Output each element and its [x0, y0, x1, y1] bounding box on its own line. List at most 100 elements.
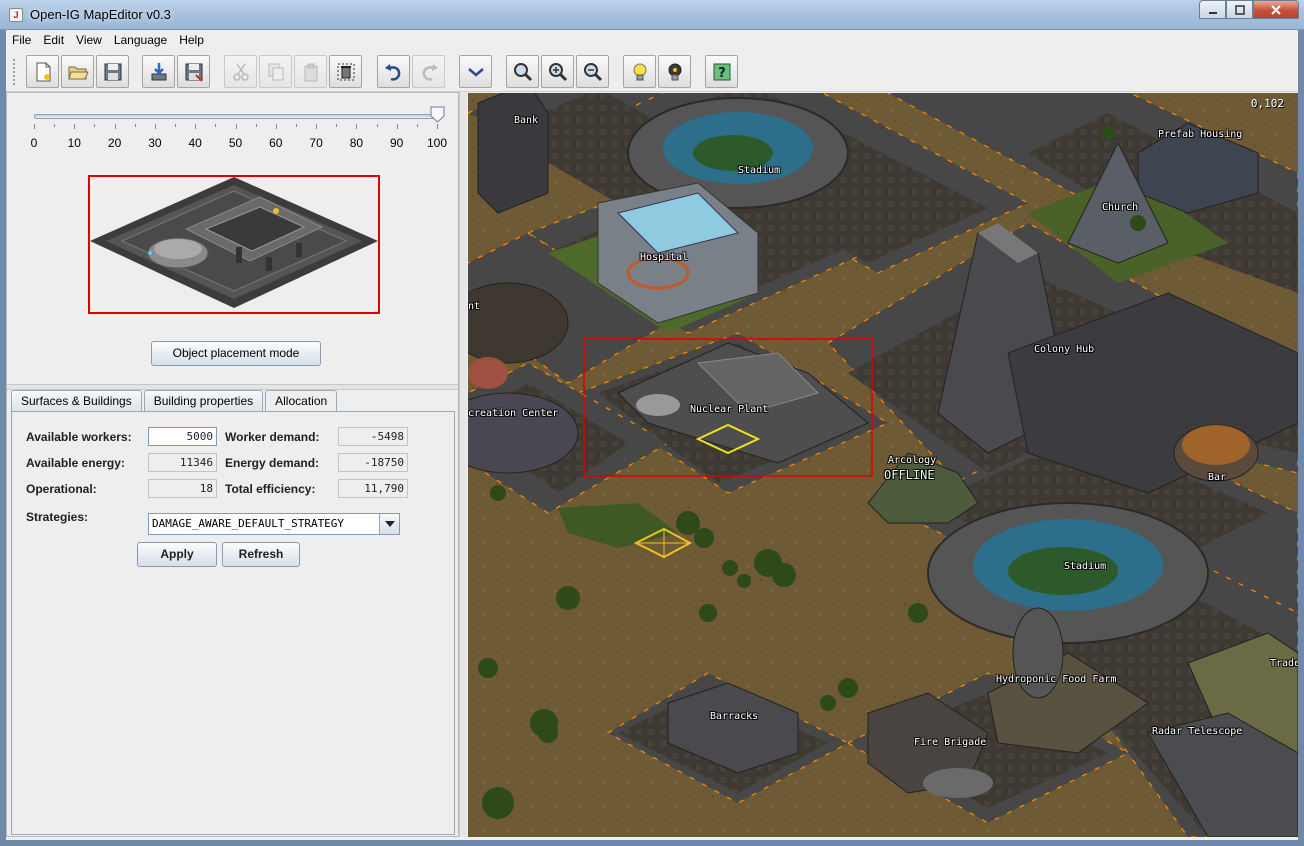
view-dropdown-button[interactable] — [459, 55, 492, 88]
building-label: Bar — [1208, 472, 1227, 483]
slider-tick — [336, 124, 338, 127]
new-map-button[interactable] — [26, 55, 59, 88]
object-placement-mode-button[interactable]: Object placement mode — [151, 341, 321, 366]
zoom-in-button[interactable] — [541, 55, 574, 88]
menu-language[interactable]: Language — [108, 30, 173, 51]
refresh-button[interactable]: Refresh — [222, 542, 300, 567]
maximize-button[interactable] — [1226, 0, 1253, 19]
slider-tick-label: 70 — [309, 136, 323, 150]
main-splitter[interactable] — [459, 92, 467, 837]
building-label: nt — [468, 301, 481, 312]
available-workers-label: Available workers: — [26, 430, 132, 444]
zoom-slider-thumb[interactable] — [430, 106, 445, 123]
minimize-icon — [1208, 11, 1217, 14]
toolbar: ? — [6, 52, 1298, 92]
undo-button[interactable] — [377, 55, 410, 88]
import-button[interactable] — [142, 55, 175, 88]
cut-button[interactable] — [224, 55, 257, 88]
slider-tick — [134, 124, 136, 127]
slider-tick — [114, 124, 116, 129]
building-label: Stadium — [1064, 561, 1107, 572]
open-button[interactable] — [61, 55, 94, 88]
slider-tick — [215, 124, 217, 127]
left-panel: 0 10 20 30 40 50 60 70 80 90 100 Object placement … — [6, 92, 459, 837]
strategies-select[interactable]: DAMAGE_AWARE_DEFAULT_STRATEGY — [148, 513, 400, 535]
minimize-button[interactable] — [1199, 0, 1226, 19]
light-bulb-off-icon — [668, 63, 681, 80]
zoom-out-button[interactable] — [576, 55, 609, 88]
redo-button[interactable] — [412, 55, 445, 88]
slider-tick-label: 10 — [67, 136, 81, 150]
maximize-icon — [1234, 4, 1245, 15]
building-label: Hospital — [640, 252, 689, 263]
slider-tick — [54, 124, 56, 127]
undo-icon — [384, 63, 400, 81]
lights-off-button[interactable] — [658, 55, 691, 88]
left-tabs: Surfaces & Buildings Building properties… — [11, 390, 339, 412]
building-label: Fire Brigade — [914, 737, 987, 748]
new-document-icon — [36, 62, 50, 81]
building-label: Colony Hub — [1034, 344, 1095, 355]
tab-allocation[interactable]: Allocation — [265, 390, 338, 412]
slider-tick — [255, 124, 257, 127]
slider-tick-label: 50 — [228, 136, 243, 150]
window-controls — [1199, 0, 1299, 20]
save-as-icon — [185, 63, 203, 82]
operational-value: 18 — [148, 479, 217, 498]
window-title: Open-IG MapEditor v0.3 — [30, 7, 171, 22]
zoom-in-icon — [548, 62, 567, 81]
slider-tick — [316, 124, 318, 129]
energy-demand-value: -18750 — [338, 453, 408, 472]
offline-status-label: OFFLINE — [884, 468, 935, 482]
available-workers-field[interactable]: 5000 — [148, 427, 217, 446]
building-label: Stadium — [738, 165, 781, 176]
tab-building-properties[interactable]: Building properties — [143, 390, 264, 411]
slider-tick-label: 60 — [269, 136, 283, 150]
delete-selection-icon — [337, 63, 354, 80]
menu-file[interactable]: File — [6, 30, 37, 51]
paste-button[interactable] — [294, 55, 327, 88]
strategies-dropdown-arrow[interactable] — [379, 514, 399, 534]
total-efficiency-value: 11,790 — [338, 479, 408, 498]
save-button[interactable] — [96, 55, 129, 88]
toolbar-grip[interactable] — [12, 58, 16, 86]
zoom-normal-button[interactable] — [506, 55, 539, 88]
lights-on-button[interactable] — [623, 55, 656, 88]
delete-button[interactable] — [329, 55, 362, 88]
operational-label: Operational: — [26, 482, 97, 496]
slider-tick-label: 40 — [188, 136, 202, 150]
slider-tick — [195, 124, 197, 129]
total-efficiency-label: Total efficiency: — [225, 482, 316, 496]
close-button[interactable] — [1253, 0, 1299, 19]
help-button[interactable]: ? — [705, 55, 738, 88]
menu-help[interactable]: Help — [173, 30, 210, 51]
menu-edit[interactable]: Edit — [37, 30, 70, 51]
available-energy-value: 11346 — [148, 453, 217, 472]
slider-tick — [376, 124, 378, 127]
apply-button[interactable]: Apply — [137, 542, 217, 567]
slider-tick-label: 80 — [349, 136, 364, 150]
slider-ticks — [34, 124, 438, 130]
slider-tick — [94, 124, 96, 127]
save-as-button[interactable] — [177, 55, 210, 88]
floppy-disk-icon — [104, 63, 121, 80]
building-label: Traders — [1270, 658, 1298, 669]
energy-demand-label: Energy demand: — [225, 456, 320, 470]
slider-tick-label: 20 — [107, 136, 122, 150]
redo-icon — [422, 63, 438, 81]
zoom-slider-track[interactable] — [34, 114, 437, 119]
building-label: Radar Telescope — [1152, 726, 1243, 737]
copy-button[interactable] — [259, 55, 292, 88]
tab-surfaces-buildings[interactable]: Surfaces & Buildings — [11, 390, 142, 411]
map-view[interactable]: 0,102 Bank Stadium Prefab Housing Church… — [468, 93, 1298, 837]
worker-demand-value: -5498 — [338, 427, 408, 446]
svg-text:?: ? — [718, 66, 726, 81]
chevron-down-icon — [467, 67, 484, 77]
slider-tick — [74, 124, 76, 129]
nuclear-plant-preview-image — [90, 177, 378, 308]
slider-tick — [275, 124, 277, 129]
menu-view[interactable]: View — [70, 30, 108, 51]
question-mark-icon: ? — [713, 63, 730, 81]
building-label: Bank — [514, 115, 539, 126]
building-label: Arcology — [888, 455, 937, 466]
